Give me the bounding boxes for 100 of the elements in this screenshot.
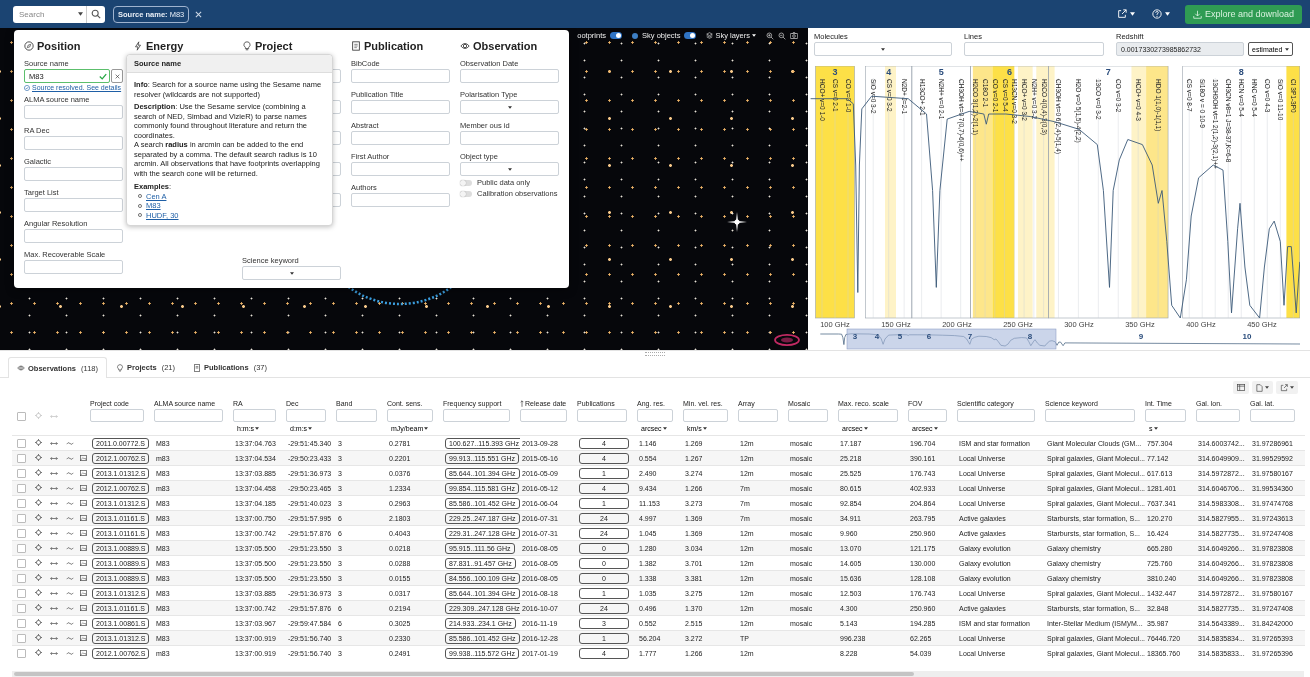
spectrum-overview[interactable]: 3 4 5 6 7 8 9 10	[810, 328, 1300, 350]
image-icon[interactable]	[80, 619, 87, 626]
row-checkbox[interactable]	[16, 648, 26, 658]
column-filter-field[interactable]	[443, 409, 510, 422]
column-filter-field[interactable]	[738, 409, 778, 422]
double-arrow-icon[interactable]	[50, 485, 58, 491]
column-filter-field[interactable]	[908, 409, 947, 422]
column-filter-field[interactable]	[637, 409, 673, 422]
zoom-out-icon[interactable]	[778, 31, 786, 40]
text-field[interactable]	[460, 131, 559, 145]
double-arrow-icon[interactable]	[50, 590, 58, 596]
row-checkbox[interactable]	[16, 588, 26, 598]
crosshair-icon[interactable]	[34, 634, 42, 641]
text-field[interactable]	[351, 100, 450, 114]
image-icon[interactable]	[80, 499, 87, 506]
column-filter-field[interactable]	[1196, 409, 1240, 422]
select-field[interactable]	[460, 162, 559, 176]
column-filter-field[interactable]	[154, 409, 223, 422]
row-checkbox[interactable]	[16, 558, 26, 568]
crosshair-icon[interactable]	[34, 574, 42, 581]
crosshair-icon[interactable]	[34, 499, 42, 506]
text-field[interactable]	[460, 69, 559, 83]
row-checkbox[interactable]	[16, 543, 26, 553]
image-icon[interactable]	[80, 454, 87, 461]
text-field[interactable]	[351, 131, 450, 145]
clear-button[interactable]	[111, 69, 123, 83]
column-filter-field[interactable]	[1145, 409, 1186, 422]
molecules-select[interactable]	[814, 42, 952, 56]
double-arrow-icon[interactable]	[50, 635, 58, 641]
column-filter-field[interactable]	[957, 409, 1035, 422]
row-checkbox[interactable]	[16, 633, 26, 643]
double-arrow-icon[interactable]	[50, 440, 58, 446]
double-arrow-icon[interactable]	[50, 560, 58, 566]
row-checkbox[interactable]	[16, 498, 26, 508]
column-filter-field[interactable]	[387, 409, 433, 422]
text-field[interactable]	[24, 136, 123, 150]
image-icon[interactable]	[80, 544, 87, 551]
column-filter-field[interactable]	[788, 409, 828, 422]
double-arrow-icon[interactable]	[50, 605, 58, 611]
search-field[interactable]: Search	[13, 5, 75, 23]
image-icon[interactable]	[80, 514, 87, 521]
crosshair-icon[interactable]	[34, 454, 42, 461]
toggle-switch[interactable]	[460, 179, 472, 186]
double-arrow-icon[interactable]	[50, 500, 58, 506]
image-icon[interactable]	[80, 589, 87, 596]
crosshair-icon[interactable]	[34, 619, 42, 626]
image-icon[interactable]	[80, 649, 87, 656]
download-button[interactable]	[1252, 381, 1273, 394]
camera-icon[interactable]	[790, 32, 798, 39]
text-field[interactable]	[24, 198, 123, 212]
search-button[interactable]	[87, 5, 105, 23]
row-checkbox[interactable]	[16, 468, 26, 478]
select-field[interactable]	[460, 100, 559, 114]
double-arrow-icon[interactable]	[50, 470, 58, 476]
share-button[interactable]	[1276, 381, 1298, 394]
row-checkbox[interactable]	[16, 483, 26, 493]
image-icon[interactable]	[80, 634, 87, 641]
column-filter-field[interactable]	[1250, 409, 1295, 422]
text-field[interactable]	[351, 162, 450, 176]
row-checkbox[interactable]	[16, 618, 26, 628]
column-filter-field[interactable]	[520, 409, 567, 422]
crosshair-icon[interactable]	[34, 439, 42, 446]
image-icon[interactable]	[80, 529, 87, 536]
row-checkbox[interactable]	[16, 528, 26, 538]
row-checkbox[interactable]	[16, 513, 26, 523]
row-checkbox[interactable]	[16, 453, 26, 463]
select-all-checkbox[interactable]	[16, 411, 26, 421]
double-arrow-icon[interactable]	[50, 530, 58, 536]
crosshair-icon[interactable]	[34, 469, 42, 476]
crosshair-icon[interactable]	[34, 514, 42, 521]
double-arrow-icon[interactable]	[50, 515, 58, 521]
footprints-toggle[interactable]	[610, 32, 623, 39]
text-field[interactable]	[24, 167, 123, 181]
sky-objects-toggle[interactable]	[684, 32, 697, 39]
row-checkbox[interactable]	[16, 573, 26, 583]
column-filter-field[interactable]	[838, 409, 898, 422]
image-icon[interactable]	[80, 604, 87, 611]
column-filter-field[interactable]	[577, 409, 627, 422]
horizontal-scrollbar[interactable]	[12, 671, 1304, 677]
columns-button[interactable]	[1233, 381, 1249, 394]
double-arrow-icon[interactable]	[50, 545, 58, 551]
image-icon[interactable]	[80, 559, 87, 566]
crosshair-icon[interactable]	[34, 649, 42, 657]
crosshair-icon[interactable]	[34, 604, 42, 611]
crosshair-icon[interactable]	[34, 589, 42, 596]
column-filter-field[interactable]	[286, 409, 326, 422]
row-checkbox[interactable]	[16, 438, 26, 448]
text-field[interactable]	[24, 260, 123, 274]
double-arrow-icon[interactable]	[50, 620, 58, 626]
double-arrow-icon[interactable]	[50, 455, 58, 461]
double-arrow-icon[interactable]	[50, 575, 58, 581]
crosshair-icon[interactable]	[34, 544, 42, 551]
lines-field[interactable]	[964, 42, 1104, 56]
crosshair-icon[interactable]	[34, 529, 42, 536]
text-field[interactable]	[24, 105, 123, 119]
column-filter-field[interactable]	[336, 409, 377, 422]
search-options-button[interactable]	[75, 5, 87, 23]
text-field[interactable]	[351, 69, 450, 83]
text-field[interactable]	[24, 229, 123, 243]
resize-handle[interactable]	[645, 352, 665, 356]
